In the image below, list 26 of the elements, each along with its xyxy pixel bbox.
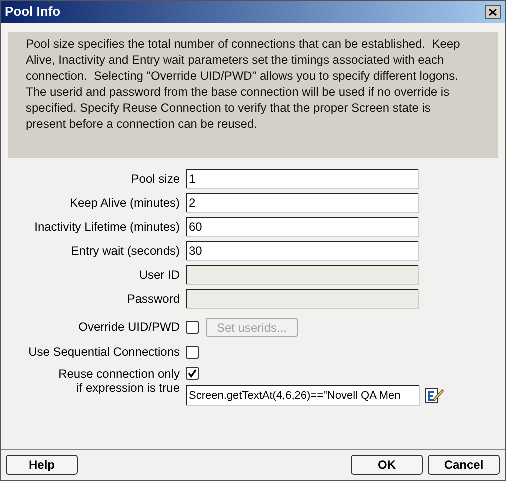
help-button[interactable]: Help (6, 455, 78, 475)
close-icon (489, 8, 497, 16)
field-label: Reuse connection only if expression is true (58, 367, 180, 395)
field-label: Keep Alive (minutes) (70, 196, 180, 210)
field-label: Entry wait (seconds) (71, 244, 180, 258)
text-field[interactable]: 2 (186, 193, 419, 213)
field-label: Pool size (131, 172, 180, 186)
text-field[interactable]: 1 (186, 169, 419, 189)
field-label: User ID (139, 268, 180, 282)
field-label: Password (127, 292, 180, 306)
close-button[interactable] (485, 5, 501, 19)
field-label: Use Sequential Connections (28, 345, 180, 359)
expression-field[interactable]: Screen.getTextAt(4,6,26)=="Novell QA Men (186, 385, 420, 406)
cancel-button[interactable]: Cancel (428, 455, 500, 475)
checkbox[interactable] (186, 320, 199, 334)
edit-icon[interactable] (425, 387, 444, 404)
field-label: Override UID/PWD (78, 320, 180, 334)
checkmark-icon (188, 369, 197, 378)
text-field[interactable]: 30 (186, 241, 419, 261)
window-title: Pool Info (5, 3, 61, 22)
checkbox[interactable] (186, 346, 199, 358)
field-label: Inactivity Lifetime (minutes) (34, 220, 180, 234)
text-field[interactable]: 60 (186, 217, 419, 237)
checkbox[interactable] (186, 367, 199, 380)
description-text: Pool size specifies the total number of connections that can be established. Keep Alive, Inactivity and Entry wait parameters set the timings associated with each connection. Selecting "Override UID/PWD" allows you to specify different logons. The userid and password from the base connection will be used if no override is specified. Specify Reuse Connection to verify that the proper Screen state is present before a connection can be reused. (26, 36, 462, 132)
ok-button[interactable]: OK (351, 455, 423, 475)
